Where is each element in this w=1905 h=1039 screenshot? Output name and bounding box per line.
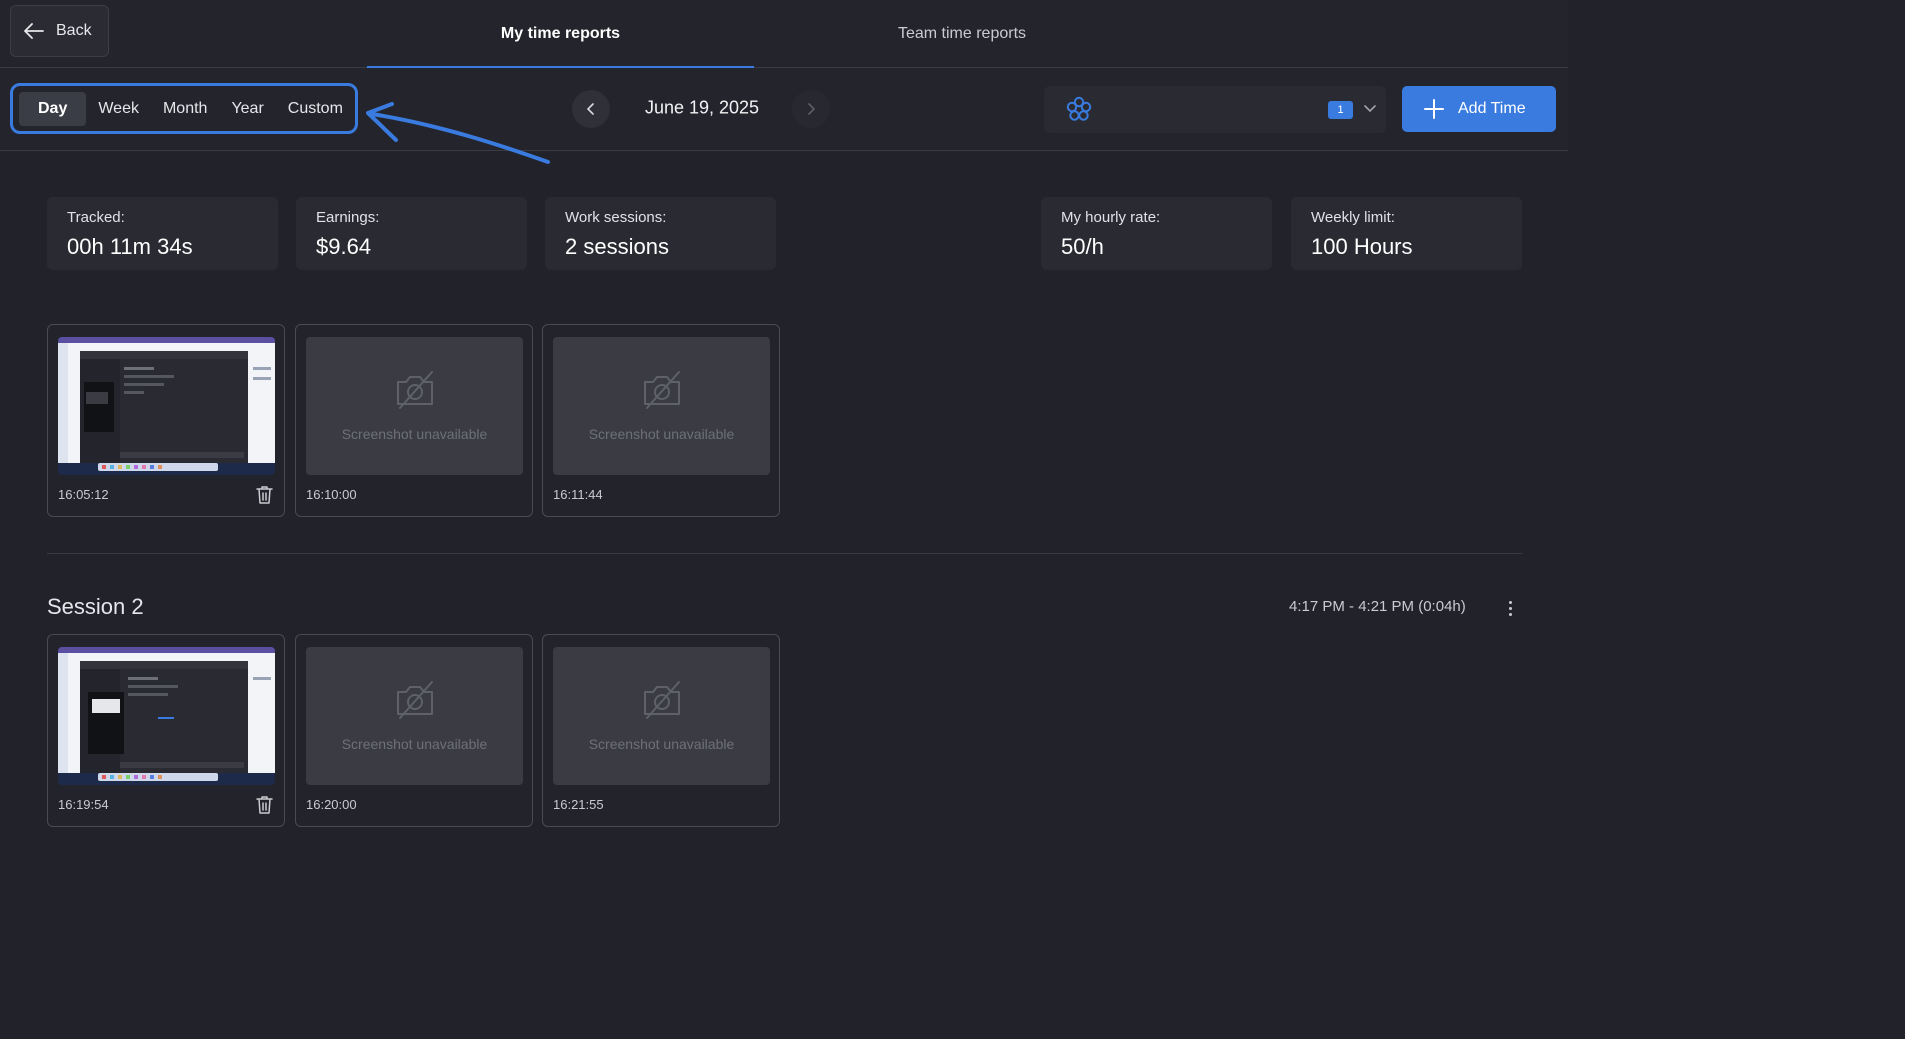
screenshot-card[interactable]: 16:05:12 <box>47 324 285 517</box>
screenshot-unavailable-label: Screenshot unavailable <box>341 426 488 442</box>
tracked-stat-card: Tracked: 00h 11m 34s <box>47 197 278 270</box>
session-title: Session 2 <box>47 594 144 619</box>
screenshot-placeholder: Screenshot unavailable <box>553 647 770 785</box>
work-sessions-stat-card: Work sessions: 2 sessions <box>545 197 776 270</box>
stat-value: $9.64 <box>316 234 372 259</box>
project-filter-select[interactable]: 1 <box>1044 86 1386 133</box>
camera-off-icon <box>643 371 680 409</box>
earnings-stat-card: Earnings: $9.64 <box>296 197 527 270</box>
stat-value: 50/h <box>1061 234 1104 259</box>
screenshot-time: 16:19:54 <box>58 797 109 812</box>
plus-icon <box>1424 99 1444 119</box>
screenshot-unavailable-label: Screenshot unavailable <box>341 736 488 752</box>
screenshot-card[interactable]: 16:19:54 <box>47 634 285 827</box>
screenshot-card: Screenshot unavailable 16:20:00 <box>295 634 533 827</box>
arrow-left-icon <box>24 23 44 39</box>
chevron-right-icon <box>808 103 816 115</box>
screenshot-unavailable-label: Screenshot unavailable <box>588 736 735 752</box>
stat-label: My hourly rate: <box>1061 209 1161 226</box>
screenshot-unavailable-label: Screenshot unavailable <box>588 426 735 442</box>
stat-label: Earnings: <box>316 209 380 226</box>
screenshot-time: 16:05:12 <box>58 487 109 502</box>
tab-team-time-reports[interactable]: Team time reports <box>754 0 1170 69</box>
stat-label: Weekly limit: <box>1311 209 1395 226</box>
screenshot-placeholder: Screenshot unavailable <box>306 647 523 785</box>
desktop-screenshot-image <box>58 647 275 785</box>
screenshot-placeholder: Screenshot unavailable <box>553 337 770 475</box>
chevron-down-icon <box>1364 105 1376 113</box>
stat-value: 100 Hours <box>1311 234 1413 259</box>
session-more-menu-icon[interactable] <box>1500 597 1520 619</box>
period-year[interactable]: Year <box>219 92 275 126</box>
screenshot-card: Screenshot unavailable 16:11:44 <box>542 324 780 517</box>
period-day[interactable]: Day <box>19 91 87 126</box>
stat-label: Tracked: <box>67 209 125 226</box>
camera-off-icon <box>396 371 433 409</box>
back-label: Back <box>56 22 92 39</box>
period-month[interactable]: Month <box>151 92 219 126</box>
project-logo-icon <box>1066 96 1092 121</box>
screenshot-thumbnail[interactable] <box>58 647 275 785</box>
next-date-button[interactable] <box>792 90 830 128</box>
annotation-arrow <box>366 102 550 164</box>
trash-icon[interactable] <box>256 485 273 504</box>
previous-date-button[interactable] <box>572 90 610 128</box>
screenshot-time: 16:11:44 <box>553 487 603 502</box>
trash-icon[interactable] <box>256 795 273 814</box>
screenshot-card: Screenshot unavailable 16:21:55 <box>542 634 780 827</box>
hourly-rate-stat-card: My hourly rate: 50/h <box>1041 197 1272 270</box>
tab-label: My time reports <box>500 25 621 42</box>
weekly-limit-stat-card: Weekly limit: 100 Hours <box>1291 197 1522 270</box>
project-count-badge: 1 <box>1328 101 1353 119</box>
screenshot-thumbnail[interactable] <box>58 337 275 475</box>
screenshot-placeholder: Screenshot unavailable <box>306 337 523 475</box>
top-bar: Back My time reports Team time reports <box>0 0 1568 69</box>
back-button[interactable]: Back <box>10 5 109 57</box>
add-time-button[interactable]: Add Time <box>1402 86 1556 132</box>
screenshot-time: 16:10:00 <box>306 487 357 502</box>
stat-label: Work sessions: <box>565 209 667 226</box>
desktop-screenshot-image <box>58 337 275 475</box>
tab-my-time-reports[interactable]: My time reports <box>367 0 754 69</box>
period-custom[interactable]: Custom <box>276 92 355 126</box>
stat-value: 2 sessions <box>565 234 669 259</box>
period-week[interactable]: Week <box>86 92 151 126</box>
camera-off-icon <box>396 681 433 719</box>
camera-off-icon <box>643 681 680 719</box>
screenshot-time: 16:20:00 <box>306 797 357 812</box>
current-date: June 19, 2025 <box>644 97 760 118</box>
add-time-label: Add Time <box>1458 100 1526 117</box>
screenshot-time: 16:21:55 <box>553 797 604 812</box>
chevron-left-icon <box>586 103 594 115</box>
session-time-range: 4:17 PM - 4:21 PM (0:04h) <box>1289 598 1466 615</box>
tab-label: Team time reports <box>897 25 1027 42</box>
screenshot-card: Screenshot unavailable 16:10:00 <box>295 324 533 517</box>
period-selector: Day Week Month Year Custom <box>10 83 358 134</box>
stat-value: 00h 11m 34s <box>67 234 193 259</box>
session-divider <box>47 553 1522 554</box>
